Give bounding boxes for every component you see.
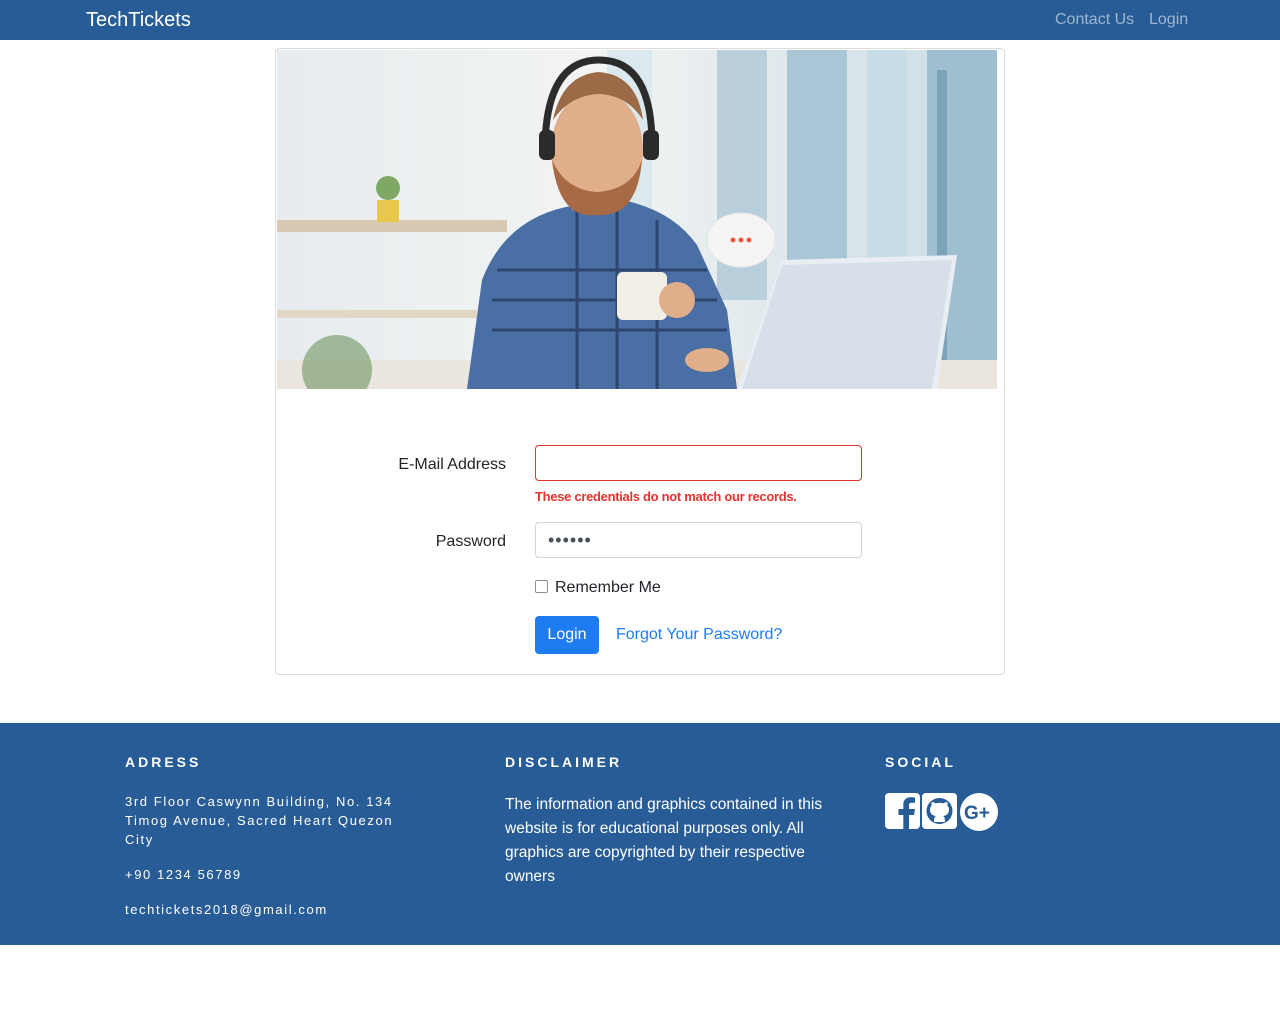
address-line-3: City	[125, 832, 154, 847]
email-error-message: These credentials do not match our recor…	[535, 489, 797, 504]
nav-login-link[interactable]: Login	[1149, 11, 1188, 29]
facebook-icon[interactable]	[885, 793, 920, 829]
top-navbar: TechTickets Contact Us Login	[0, 0, 1280, 40]
address-line-1: 3rd Floor Caswynn Building, No. 134	[125, 794, 393, 809]
remember-me-label[interactable]: Remember Me	[555, 579, 661, 597]
site-footer: ADRESS 3rd Floor Caswynn Building, No. 1…	[0, 723, 1280, 945]
google-plus-icon[interactable]: G+	[959, 793, 999, 831]
forgot-password-link[interactable]: Forgot Your Password?	[616, 626, 782, 644]
svg-text:G+: G+	[964, 803, 990, 824]
phone-number: +90 1234 56789	[125, 867, 242, 882]
login-card: E-Mail Address These credentials do not …	[275, 48, 1005, 675]
social-heading: SOCIAL	[885, 754, 956, 770]
login-button[interactable]: Login	[535, 616, 599, 654]
password-field[interactable]: ••••••	[535, 522, 862, 558]
github-icon[interactable]	[922, 793, 957, 829]
email-field[interactable]	[535, 445, 862, 481]
remember-me-checkbox[interactable]	[535, 580, 548, 593]
address-heading: ADRESS	[125, 754, 202, 770]
disclaimer-text: The information and graphics contained i…	[505, 796, 823, 885]
disclaimer-heading: DISCLAIMER	[505, 754, 623, 770]
nav-contact-us-link[interactable]: Contact Us	[1055, 11, 1134, 29]
password-label: Password	[435, 533, 506, 550]
address-line-2: Timog Avenue, Sacred Heart Quezon	[125, 813, 394, 828]
hero-image	[277, 50, 997, 389]
email-label: E-Mail Address	[398, 456, 506, 473]
support-agent-photo	[277, 50, 997, 389]
contact-email: techtickets2018@gmail.com	[125, 902, 328, 917]
brand-link[interactable]: TechTickets	[86, 9, 191, 31]
